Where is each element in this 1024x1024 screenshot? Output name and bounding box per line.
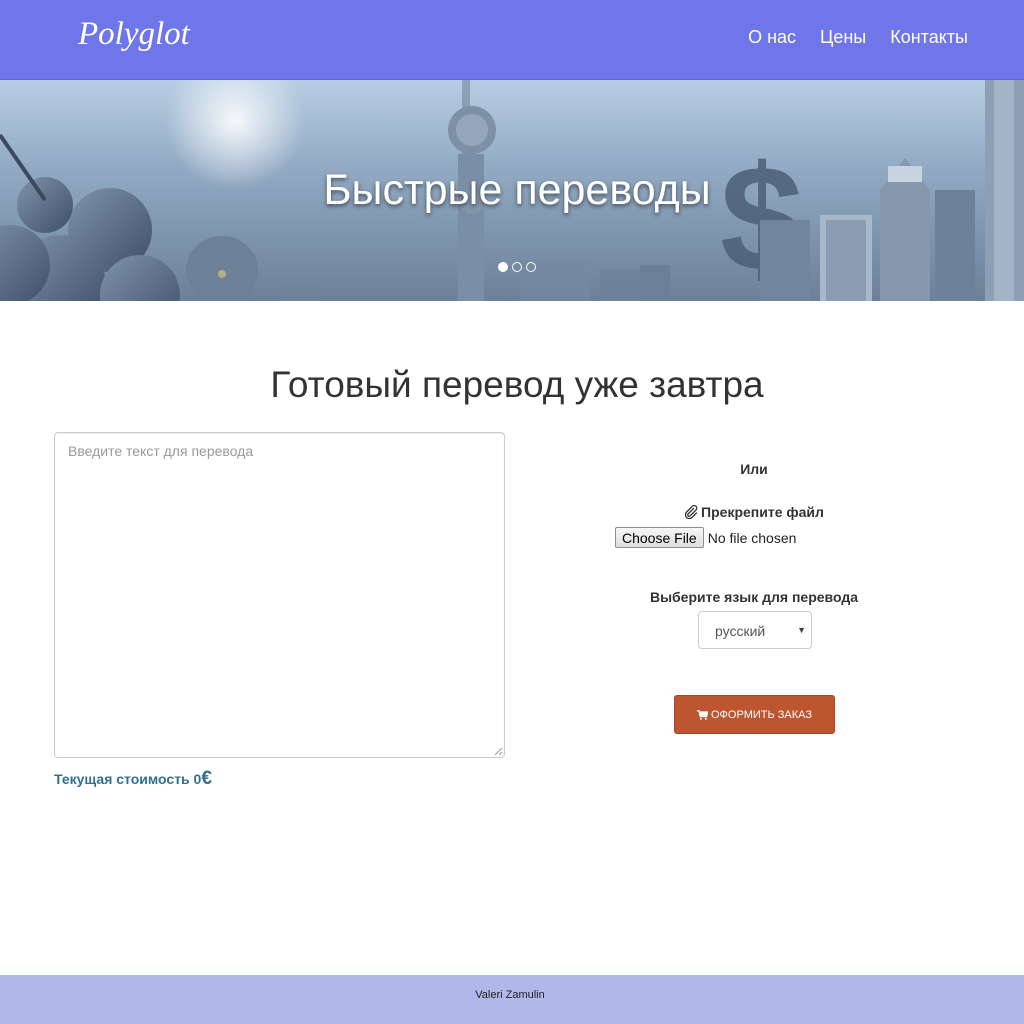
carousel-indicator-2[interactable] bbox=[512, 262, 522, 272]
footer: Valeri Zamulin bbox=[0, 975, 1024, 1024]
footer-text: Valeri Zamulin bbox=[475, 989, 545, 1001]
attach-file-text: Прекрепите файл bbox=[701, 504, 824, 520]
language-label: Выберите язык для перевода bbox=[649, 589, 859, 605]
cart-icon bbox=[697, 709, 708, 720]
or-label: Или bbox=[740, 461, 768, 477]
carousel-indicator-1[interactable] bbox=[498, 262, 508, 272]
language-select[interactable]: русский ▼ bbox=[698, 611, 812, 649]
language-select-value: русский bbox=[715, 623, 766, 639]
current-cost-label: Текущая стоимость 0 bbox=[54, 771, 202, 787]
translation-text-input[interactable] bbox=[54, 432, 505, 758]
navbar: Polyglot О нас Цены Контакты bbox=[0, 0, 1024, 80]
hero-title: Быстрые переводы bbox=[323, 166, 711, 214]
chevron-down-icon: ▼ bbox=[797, 625, 806, 635]
carousel-indicators bbox=[498, 262, 536, 272]
choose-file-button[interactable]: Choose File bbox=[615, 527, 704, 548]
nav-link-contacts[interactable]: Контакты bbox=[878, 27, 980, 48]
brand-logo[interactable]: Polyglot bbox=[78, 16, 190, 53]
attach-file-label: Прекрепите файл bbox=[654, 504, 854, 520]
euro-icon: € bbox=[201, 768, 212, 789]
nav-links: О нас Цены Контакты bbox=[736, 27, 980, 48]
resize-grip-icon[interactable] bbox=[493, 746, 503, 756]
nav-link-prices[interactable]: Цены bbox=[808, 27, 878, 48]
page-heading: Готовый перевод уже завтра bbox=[270, 364, 764, 405]
place-order-label: Оформить заказ bbox=[711, 708, 812, 721]
nav-link-about[interactable]: О нас bbox=[736, 27, 808, 48]
file-status: No file chosen bbox=[707, 529, 797, 546]
hero-carousel[interactable]: $ Быстрые переводы bbox=[0, 80, 1024, 301]
carousel-indicator-3[interactable] bbox=[526, 262, 536, 272]
paperclip-icon bbox=[684, 504, 698, 520]
file-input: Choose File No file chosen bbox=[615, 527, 796, 548]
current-cost: Текущая стоимость 0€ bbox=[54, 768, 212, 790]
place-order-button[interactable]: Оформить заказ bbox=[674, 695, 835, 734]
